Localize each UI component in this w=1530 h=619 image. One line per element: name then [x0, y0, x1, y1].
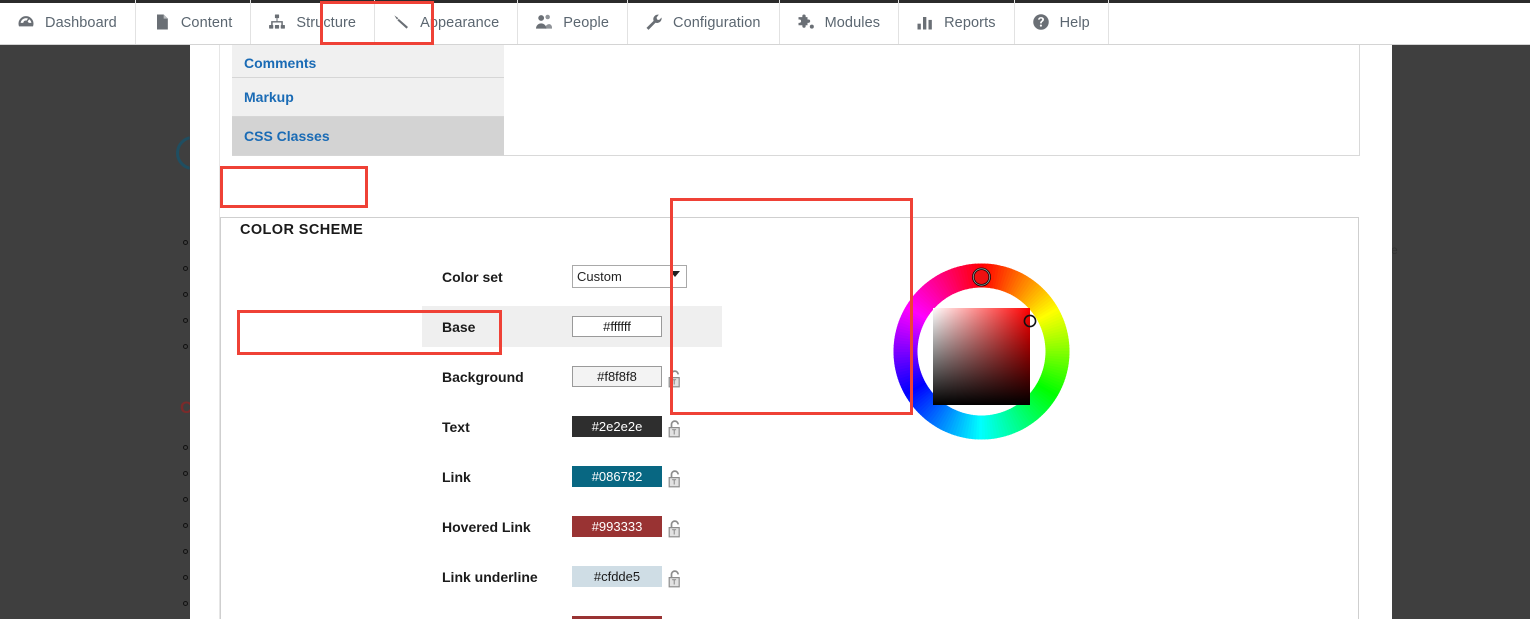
vertical-tab-label: CSS Classes [244, 128, 330, 144]
background-list-bullet [183, 266, 188, 271]
toolbar-item-structure[interactable]: Structure [251, 0, 376, 44]
modules-icon [796, 12, 816, 32]
page-backdrop-right [1392, 45, 1530, 619]
background-list-bullet [183, 601, 188, 606]
background-list-bullet [183, 318, 188, 323]
link-underline-label: Link underline [442, 568, 538, 585]
color-scheme-legend: COLOR SCHEME [232, 222, 372, 238]
background-label: Background [442, 368, 524, 385]
lock-open-icon[interactable]: T [666, 419, 683, 438]
color-wheel-svg[interactable] [885, 251, 1078, 452]
admin-page: Comments Markup CSS Classes COLOR SCHEME… [190, 45, 1392, 619]
form-row-slogan: Slogan T [422, 606, 722, 619]
toolbar-item-people[interactable]: People [518, 0, 629, 44]
toolbar-item-reports[interactable]: Reports [899, 0, 1015, 44]
toolbar-item-label: Content [180, 15, 233, 31]
form-row-background: Background T [422, 356, 722, 397]
svg-text:T: T [672, 529, 677, 536]
toolbar-item-configuration[interactable]: Configuration [628, 0, 780, 44]
vertical-tab-markup[interactable]: Markup [232, 78, 504, 117]
color-scheme-fieldset [220, 217, 1359, 619]
vertical-tab-panel [466, 45, 1360, 156]
base-label: Base [442, 318, 476, 335]
link-label: Link [442, 468, 471, 485]
toolbar-item-label: Configuration [673, 15, 761, 31]
background-list-bullet [183, 344, 188, 349]
background-list-bullet [183, 575, 188, 580]
background-list-bullet [183, 292, 188, 297]
page-backdrop-left [0, 45, 190, 619]
vertical-tab-css-classes[interactable]: CSS Classes [232, 117, 504, 156]
form-row-link: Link T [422, 456, 722, 497]
form-row-link-underline: Link underline T [422, 556, 722, 597]
lock-open-icon[interactable]: T [666, 369, 683, 388]
dashboard-icon [16, 12, 36, 32]
vertical-tabs-list: Comments Markup CSS Classes [232, 45, 504, 156]
configuration-icon [644, 12, 664, 32]
admin-toolbar: Dashboard Content Structure Appearance P [0, 0, 1530, 45]
appearance-icon [391, 12, 411, 32]
content-icon [152, 12, 172, 32]
toolbar-item-appearance[interactable]: Appearance [375, 0, 519, 44]
color-set-select[interactable]: Custom [572, 265, 687, 288]
toolbar-item-dashboard[interactable]: Dashboard [0, 0, 136, 44]
vertical-tab-label: Markup [244, 89, 294, 105]
help-icon [1031, 12, 1051, 32]
toolbar-item-content[interactable]: Content [136, 0, 252, 44]
base-color-input[interactable] [572, 316, 662, 337]
background-list-bullet [183, 497, 188, 502]
svg-text:T: T [672, 379, 677, 386]
vertical-tab-label: Comments [244, 55, 317, 71]
lock-open-icon[interactable]: T [666, 469, 683, 488]
svg-text:T: T [672, 579, 677, 586]
toolbar-item-label: Reports [944, 15, 996, 31]
text-color-input[interactable] [572, 416, 662, 437]
text-label: Text [442, 418, 470, 435]
people-icon [534, 12, 554, 32]
hue-marker[interactable] [972, 267, 991, 287]
background-color-input[interactable] [572, 366, 662, 387]
background-list-bullet [183, 523, 188, 528]
toolbar-item-label: Help [1059, 15, 1090, 31]
toolbar-item-label: Dashboard [45, 15, 117, 31]
background-list-bullet [183, 549, 188, 554]
reports-icon [915, 12, 935, 32]
toolbar-item-label: People [563, 15, 610, 31]
color-wheel-picker[interactable] [868, 251, 1095, 452]
form-row-color-set: Color set Custom [422, 256, 722, 297]
toolbar-item-label: Appearance [420, 15, 500, 31]
toolbar-item-label: Modules [824, 15, 881, 31]
hovered-link-color-input[interactable] [572, 516, 662, 537]
lock-open-icon[interactable]: T [666, 519, 683, 538]
background-list-bullet [183, 471, 188, 476]
background-list-bullet [183, 445, 188, 450]
form-row-hovered-link: Hovered Link T [422, 506, 722, 547]
screen-root: C se Comments Markup CSS Classes COLOR S… [0, 0, 1530, 619]
structure-icon [267, 12, 287, 32]
form-row-text: Text T [422, 406, 722, 447]
toolbar-item-help[interactable]: Help [1015, 0, 1109, 44]
vertical-tab-comments[interactable]: Comments [232, 45, 504, 78]
lock-open-icon[interactable]: T [666, 569, 683, 588]
form-row-base: Base [422, 306, 722, 347]
link-color-input[interactable] [572, 466, 662, 487]
color-scheme-form: Color set Custom Base Background [422, 256, 722, 619]
link-underline-color-input[interactable] [572, 566, 662, 587]
background-list-bullet [183, 240, 188, 245]
toolbar-item-modules[interactable]: Modules [780, 0, 900, 44]
toolbar-item-label: Structure [296, 15, 357, 31]
svg-text:T: T [672, 479, 677, 486]
hovered-link-label: Hovered Link [442, 518, 531, 535]
color-set-label: Color set [442, 268, 503, 285]
saturation-value-square [933, 308, 1030, 405]
toolbar-filler [1109, 0, 1530, 44]
svg-text:T: T [672, 429, 677, 436]
